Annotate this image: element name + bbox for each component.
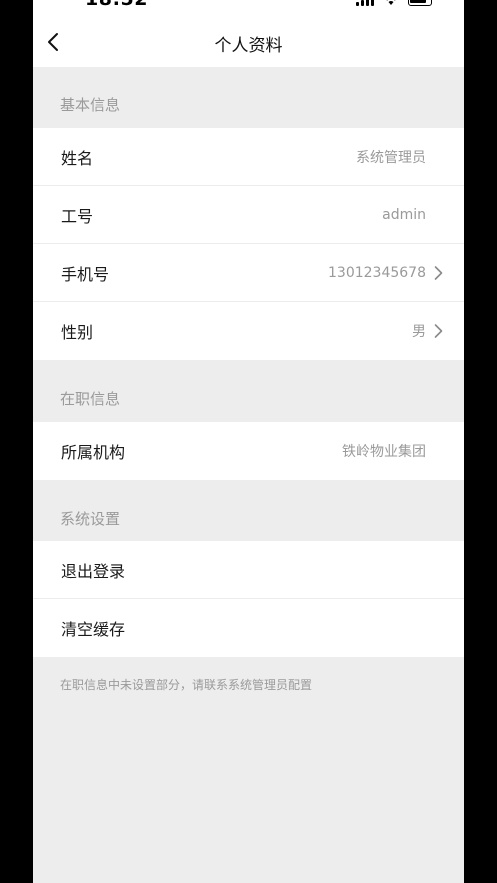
row-value: admin (382, 207, 426, 223)
row-label: 姓名 (61, 149, 94, 168)
phone-screen: 18:52 个人资料 基本信息 姓名 系统管理员 工号 admin 手机号 13… (33, 0, 464, 883)
clear-cache-button[interactable]: 清空缓存 (33, 599, 464, 657)
row-name: 姓名 系统管理员 (33, 128, 464, 186)
row-gender[interactable]: 性别 男 (33, 302, 464, 360)
signal-icon (356, 0, 374, 6)
chevron-right-icon (434, 324, 443, 338)
battery-icon (408, 0, 432, 6)
row-value: 铁岭物业集团 (342, 444, 426, 460)
section-header-system: 系统设置 (60, 510, 121, 528)
footer-note: 在职信息中未设置部分，请联系系统管理员配置 (60, 678, 313, 692)
row-phone[interactable]: 手机号 13012345678 (33, 244, 464, 302)
row-employee-id: 工号 admin (33, 186, 464, 244)
row-label: 所属机构 (61, 443, 126, 462)
row-organization: 所属机构 铁岭物业集团 (33, 422, 464, 480)
status-time: 18:52 (85, 0, 148, 10)
row-label: 性别 (61, 323, 94, 342)
row-value: 13012345678 (328, 265, 426, 281)
section-header-job: 在职信息 (60, 390, 121, 408)
row-label: 退出登录 (61, 562, 126, 581)
status-icons (356, 0, 432, 6)
row-label: 手机号 (61, 265, 110, 284)
status-bar: 18:52 (33, 0, 464, 14)
row-label: 清空缓存 (61, 620, 126, 639)
wifi-icon (386, 0, 396, 5)
row-value: 男 (412, 324, 426, 340)
page-title: 个人资料 (214, 36, 283, 56)
logout-button[interactable]: 退出登录 (33, 541, 464, 599)
navigation-bar: 个人资料 (33, 14, 464, 67)
row-label: 工号 (61, 207, 94, 226)
row-value: 系统管理员 (356, 150, 426, 166)
chevron-right-icon (434, 266, 443, 280)
section-header-basic: 基本信息 (60, 96, 121, 114)
